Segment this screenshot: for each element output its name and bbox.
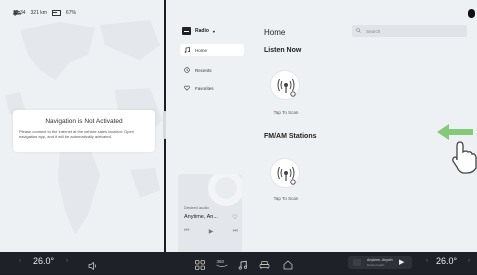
now-playing-subtitle: Desired audio — [367, 263, 385, 267]
battery-icon — [51, 10, 61, 16]
chevron-down-icon: ▾ — [212, 28, 215, 34]
status-bar: 16:34 321 km 67% — [13, 10, 91, 16]
now-playing-title: Anytime, Anywh — [367, 258, 393, 262]
svg-text:360: 360 — [217, 259, 225, 264]
radio-icon — [182, 27, 191, 35]
section-title-listen-now: Listen Now — [264, 47, 302, 54]
vehicle-icon[interactable] — [259, 257, 270, 275]
360-view-icon[interactable]: 360 — [215, 256, 229, 274]
apps-grid-icon[interactable] — [195, 257, 205, 275]
listen-now-scan-button[interactable] — [270, 70, 300, 100]
right-temperature[interactable]: 26.0° — [436, 256, 457, 266]
navigation-card-title: Navigation is Not Activated — [45, 118, 123, 125]
clock-icon — [184, 66, 190, 74]
battery-text: 67% — [65, 10, 76, 16]
section-title-fm-am-stations: FM/AM Stations — [264, 133, 317, 140]
left-temp-increase-icon[interactable]: › — [66, 258, 68, 264]
play-icon[interactable]: ▶ — [209, 228, 214, 235]
search-placeholder: Search — [366, 28, 381, 34]
search-icon — [356, 28, 361, 34]
fm-am-scan-button[interactable] — [270, 158, 300, 188]
album-thumbnail-icon — [353, 259, 361, 266]
music-dock-icon[interactable] — [238, 257, 248, 275]
next-track-icon[interactable]: ⏭ — [233, 228, 238, 235]
sidebar-item-label: Recents — [195, 67, 212, 73]
favorite-heart-icon[interactable]: ♡ — [232, 214, 237, 221]
mini-player[interactable]: Desired audio Anytime, An... ♡ ⏮ ▶ ⏭ — [178, 174, 242, 254]
source-selector[interactable]: Radio ▾ — [182, 27, 215, 35]
sidebar-item-label: Favorites — [195, 85, 214, 91]
sidebar-item-home[interactable]: Home — [180, 44, 244, 56]
radio-scan-icon — [277, 78, 296, 97]
swipe-gesture-hint-icon — [437, 124, 477, 174]
left-temperature[interactable]: 26.0° — [33, 256, 54, 266]
listen-now-scan-label: Tap To Scan — [273, 110, 299, 115]
source-label: Radio — [195, 28, 209, 34]
map-pane[interactable]: 16:34 321 km 67% Navigation is Not Activ… — [0, 0, 164, 252]
mini-player-source: Desired audio — [184, 205, 209, 210]
search-input[interactable]: Search — [352, 25, 467, 37]
range-text: 321 km — [30, 10, 47, 16]
page-title: Home — [264, 28, 286, 37]
media-sidebar: Radio ▾ Home Recents Favorites Desired a… — [170, 18, 250, 254]
home-icon[interactable] — [283, 257, 293, 275]
navigation-card-message: Please connect to the internet at the ve… — [19, 129, 134, 139]
mini-player-controls: ⏮ ▶ ⏭ — [184, 228, 238, 235]
mini-player-title: Anytime, An... — [184, 214, 218, 220]
right-temp-decrease-icon[interactable]: ‹ — [426, 258, 428, 264]
play-icon[interactable]: ▶ — [399, 258, 404, 266]
radio-scan-icon — [277, 166, 296, 185]
sidebar-item-favorites[interactable]: Favorites — [180, 82, 244, 94]
navigation-not-activated-card: Navigation is Not Activated Please conne… — [13, 110, 155, 152]
fm-am-scan-label: Tap To Scan — [273, 196, 299, 201]
heart-outline-icon — [184, 85, 190, 92]
previous-track-icon[interactable]: ⏮ — [184, 228, 189, 235]
profile-avatar-icon[interactable] — [468, 9, 475, 18]
volume-icon[interactable] — [88, 257, 98, 275]
now-playing-widget[interactable]: Anytime, Anywh Desired audio ▶ — [348, 256, 412, 269]
sidebar-item-recents[interactable]: Recents — [180, 64, 244, 76]
right-temp-increase-icon[interactable]: › — [468, 258, 470, 264]
left-temp-decrease-icon[interactable]: ‹ — [19, 258, 21, 264]
music-note-icon — [184, 46, 190, 54]
sidebar-item-label: Home — [195, 47, 208, 53]
